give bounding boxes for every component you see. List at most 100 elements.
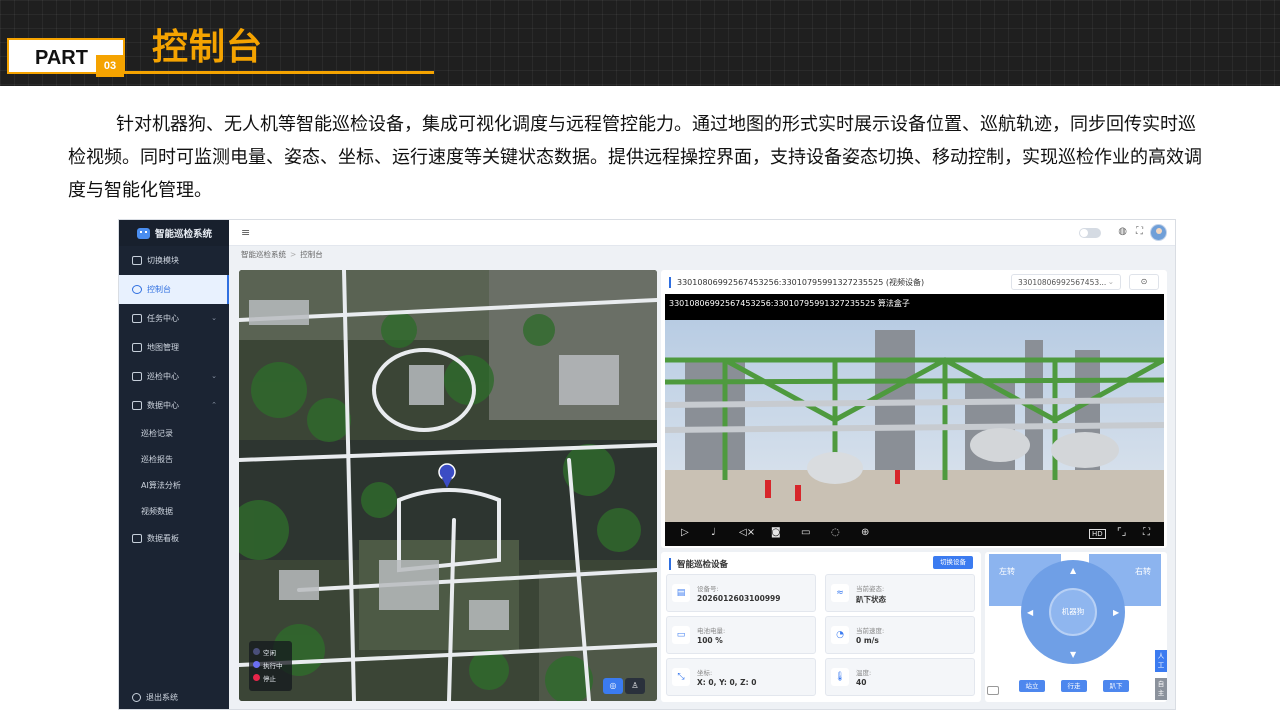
sidebar-item-dashboard[interactable]: 数据看板 xyxy=(119,524,229,553)
device-panel-title: 智能巡检设备 xyxy=(669,558,728,570)
device-icon: ▤ xyxy=(672,584,690,602)
auto-mode-tab[interactable]: 自主 xyxy=(1155,678,1167,700)
arrow-right-icon[interactable]: ▶ xyxy=(1113,608,1119,617)
device-map[interactable] xyxy=(239,270,657,701)
keyboard-icon[interactable] xyxy=(987,686,999,695)
globe-icon[interactable]: ◍ xyxy=(1118,226,1127,237)
manual-mode-tab[interactable]: 人工 xyxy=(1155,650,1167,672)
arrow-left-icon[interactable]: ◀ xyxy=(1027,608,1033,617)
speed-card: ◔ 当前速度: 0 m/s xyxy=(825,616,975,654)
sidebar-item-data-center[interactable]: 数据中心 ⌃ xyxy=(119,391,229,420)
sidebar-item-task-center[interactable]: 任务中心 ⌄ xyxy=(119,304,229,333)
walk-button[interactable]: 行走 xyxy=(1061,680,1087,692)
title-underline xyxy=(124,71,434,74)
thermometer-icon: 🌡 xyxy=(831,668,849,686)
battery-card: ▭ 电池电量: 100 % xyxy=(666,616,816,654)
video-title: 33010806992567453256:3301079599132723552… xyxy=(669,277,924,288)
target-icon xyxy=(132,285,142,294)
video-panel: 33010806992567453256:3301079599132723552… xyxy=(661,270,1167,548)
sidebar-subitem-video-data[interactable]: 视频数据 xyxy=(119,498,229,524)
robot-icon xyxy=(137,227,150,239)
zoom-in-icon[interactable]: ⊕ xyxy=(861,527,869,538)
calendar-icon xyxy=(132,314,142,323)
lie-down-button[interactable]: 趴下 xyxy=(1103,680,1129,692)
chevron-down-icon: ⌄ xyxy=(211,372,217,380)
stand-button[interactable]: 站立 xyxy=(1019,680,1045,692)
app-name: 智能巡检系统 xyxy=(155,229,213,240)
breadcrumb-root[interactable]: 智能巡检系统 xyxy=(241,250,286,259)
camera-icon[interactable]: ◙ xyxy=(771,527,781,538)
video-caption: 33010806992567453256:3301079599132723552… xyxy=(669,299,910,308)
posture-icon: ≈ xyxy=(831,584,849,602)
device-number-value: 2026012603100999 xyxy=(697,594,781,603)
arrow-up-icon[interactable]: ▲ xyxy=(1070,566,1076,575)
dashboard-icon xyxy=(132,534,142,543)
chevron-down-icon: ⌄ xyxy=(211,314,217,322)
arrow-down-icon[interactable]: ▼ xyxy=(1070,650,1076,659)
remote-control-panel: 左转 右转 ▲ ▼ ◀ ▶ 机器狗 站立 行走 趴下 xyxy=(985,552,1167,702)
play-icon[interactable]: ▷ xyxy=(681,527,689,538)
map-legend: 空闲 执行中 停止 xyxy=(249,641,292,691)
video-settings-button[interactable]: ⊙ xyxy=(1129,274,1159,290)
slide-description: 针对机器狗、无人机等智能巡检设备，集成可视化调度与远程管控能力。通过地图的形式实… xyxy=(68,114,1202,201)
temperature-value: 40 xyxy=(856,678,867,687)
hd-button[interactable]: HD xyxy=(1089,529,1106,539)
sidebar-item-console[interactable]: 控制台 xyxy=(119,275,229,304)
battery-value: 100 % xyxy=(697,636,723,645)
device-number-card: ▤ 设备号: 2026012603100999 xyxy=(666,574,816,612)
coordinate-card: ⤡ 坐标: X: 0, Y: 0, Z: 0 xyxy=(666,658,816,696)
robot-dog-center-button[interactable]: 机器狗 xyxy=(1049,588,1097,636)
legend-stopped-dot xyxy=(253,674,260,681)
temperature-card: 🌡 温度: 40 xyxy=(825,658,975,696)
map-icon xyxy=(132,343,142,352)
breadcrumb: 智能巡检系统 > 控制台 xyxy=(241,250,323,259)
mute-icon[interactable]: ◁× xyxy=(739,527,755,538)
sidebar: 智能巡检系统 切换模块 控制台 任务中心 ⌄ 地图管理 巡检中心 ⌄ 数据中心 … xyxy=(119,220,229,709)
video-device-select[interactable]: 33010806992567453... ⌄ xyxy=(1011,274,1121,290)
top-bar: ≡ ◍ ⛶ xyxy=(229,220,1175,246)
sidebar-subitem-inspection-report[interactable]: 巡检报告 xyxy=(119,446,229,472)
part-number: 03 xyxy=(96,55,124,77)
posture-card: ≈ 当前姿态: 趴下状态 xyxy=(825,574,975,612)
map-device-view-icon[interactable]: ◎ xyxy=(603,678,623,694)
device-info-panel: 智能巡检设备 切换设备 ▤ 设备号: 2026012603100999 ≈ 当前… xyxy=(661,552,981,702)
legend-idle-dot xyxy=(253,648,260,655)
switch-device-button[interactable]: 切换设备 xyxy=(933,556,973,569)
data-icon xyxy=(132,401,142,410)
chevron-up-icon: ⌃ xyxy=(211,401,217,409)
coordinate-icon: ⤡ xyxy=(672,668,690,686)
theme-toggle[interactable] xyxy=(1079,228,1101,238)
coordinate-value: X: 0, Y: 0, Z: 0 xyxy=(697,678,757,687)
legend-running-dot xyxy=(253,661,260,668)
sidebar-subitem-inspection-records[interactable]: 巡检记录 xyxy=(119,420,229,446)
map-view-buttons: ◎ ♙ xyxy=(603,678,645,694)
chevron-down-icon: ⌄ xyxy=(1107,277,1114,286)
video-frame xyxy=(665,320,1164,522)
ptz-icon[interactable]: ◌ xyxy=(831,527,840,538)
menu-icon[interactable]: ≡ xyxy=(241,226,250,239)
record-icon[interactable]: ▭ xyxy=(801,527,810,538)
breadcrumb-current: 控制台 xyxy=(300,250,323,259)
app-logo: 智能巡检系统 xyxy=(119,220,229,246)
fullscreen-icon[interactable]: ⛶ xyxy=(1136,226,1143,237)
speed-value: 0 m/s xyxy=(856,636,879,645)
sidebar-item-inspection-center[interactable]: 巡检中心 ⌄ xyxy=(119,362,229,391)
microphone-icon[interactable]: ♩ xyxy=(711,527,716,538)
list-icon xyxy=(132,372,142,381)
battery-icon: ▭ xyxy=(672,626,690,644)
map-person-view-icon[interactable]: ♙ xyxy=(625,678,645,694)
fullscreen-icon[interactable]: ⛶ xyxy=(1143,527,1150,538)
video-controls: ▷ ♩ ◁× ◙ ▭ ◌ ⊕ HD ⌜⌟ ⛶ xyxy=(665,522,1164,546)
avatar[interactable] xyxy=(1150,224,1167,241)
logout-button[interactable]: 退出系统 xyxy=(132,692,178,703)
grid-icon xyxy=(132,256,142,265)
sidebar-subitem-ai-analysis[interactable]: AI算法分析 xyxy=(119,472,229,498)
speed-icon: ◔ xyxy=(831,626,849,644)
slide-title: 控制台 xyxy=(152,27,264,68)
sidebar-item-switch-module[interactable]: 切换模块 xyxy=(119,246,229,275)
posture-value: 趴下状态 xyxy=(856,595,886,604)
picture-in-picture-icon[interactable]: ⌜⌟ xyxy=(1117,527,1126,538)
sidebar-item-map-management[interactable]: 地图管理 xyxy=(119,333,229,362)
app-window: 智能巡检系统 切换模块 控制台 任务中心 ⌄ 地图管理 巡检中心 ⌄ 数据中心 … xyxy=(118,219,1176,710)
video-player[interactable]: 33010806992567453256:3301079599132723552… xyxy=(665,294,1164,546)
